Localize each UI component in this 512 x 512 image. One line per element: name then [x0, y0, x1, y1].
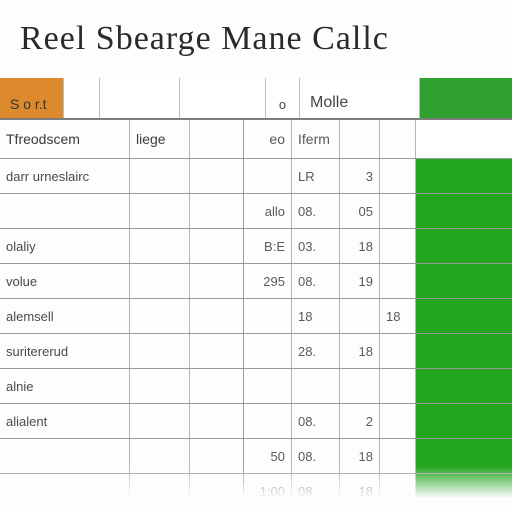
cell-left[interactable]: darr urneslairc [0, 159, 130, 193]
cell-n4[interactable] [380, 334, 416, 368]
cell-left[interactable]: alialent [0, 404, 130, 438]
cell-n3[interactable]: 18 [340, 229, 380, 263]
table-row[interactable]: allo 08. 05 [0, 194, 512, 229]
cell-n1[interactable] [244, 369, 292, 403]
cell-accent [416, 229, 512, 263]
table-row[interactable]: olaliy B:E 03. 18 [0, 229, 512, 264]
table-row[interactable]: volue 295 08. 19 [0, 264, 512, 299]
cell-n3[interactable]: 19 [340, 264, 380, 298]
cell-gap2[interactable] [190, 299, 244, 333]
col-header-accent [416, 120, 512, 158]
cell-n2[interactable]: 03. [292, 229, 340, 263]
cell-left[interactable]: suritererud [0, 334, 130, 368]
cell-gap1[interactable] [130, 159, 190, 193]
table-row[interactable]: alnie [0, 369, 512, 404]
cell-n2[interactable]: 08. [292, 264, 340, 298]
tab-col-o[interactable]: o [266, 78, 300, 118]
table-row[interactable]: suritererud 28. 18 [0, 334, 512, 369]
cell-gap2[interactable] [190, 369, 244, 403]
cell-n1[interactable] [244, 299, 292, 333]
tab-col-a[interactable] [100, 78, 180, 118]
tab-spacer [64, 78, 100, 118]
cell-n4[interactable] [380, 404, 416, 438]
cell-left[interactable] [0, 194, 130, 228]
cell-n4[interactable] [380, 159, 416, 193]
cell-accent [416, 159, 512, 193]
cell-gap1[interactable] [130, 229, 190, 263]
cell-gap1[interactable] [130, 194, 190, 228]
cell-accent [416, 194, 512, 228]
data-grid: Tfreodscem liege eo Iferm darr urneslair… [0, 120, 512, 508]
cell-n4[interactable] [380, 369, 416, 403]
cell-n1[interactable] [244, 334, 292, 368]
col-header-n2-label: Iferm [298, 131, 330, 147]
table-row[interactable]: darr urneslairc LR 3 [0, 159, 512, 194]
cell-gap2[interactable] [190, 229, 244, 263]
cell-n2[interactable]: 08. [292, 404, 340, 438]
cell-n1[interactable]: allo [244, 194, 292, 228]
col-header-left[interactable]: Tfreodscem [0, 120, 130, 158]
tab-accent [420, 78, 512, 118]
cell-gap1[interactable] [130, 264, 190, 298]
table-row[interactable]: alialent 08. 2 [0, 404, 512, 439]
cell-n1[interactable]: B:E [244, 229, 292, 263]
page-title: Reel Sbearge Mane Callc [20, 20, 492, 58]
cell-gap2[interactable] [190, 194, 244, 228]
cell-gap2[interactable] [190, 159, 244, 193]
cell-left[interactable]: alemsell [0, 299, 130, 333]
cell-gap2[interactable] [190, 404, 244, 438]
cell-n2[interactable]: 08. [292, 194, 340, 228]
cell-gap1[interactable] [130, 299, 190, 333]
cell-gap1[interactable] [130, 404, 190, 438]
cell-gap2[interactable] [190, 264, 244, 298]
col-header-n1-label: eo [269, 131, 285, 147]
cell-accent [416, 264, 512, 298]
cell-n4[interactable]: 18 [380, 299, 416, 333]
table-row[interactable]: alemsell 18 18 [0, 299, 512, 334]
header-row: Tfreodscem liege eo Iferm [0, 120, 512, 159]
cell-n2[interactable] [292, 369, 340, 403]
cell-accent [416, 299, 512, 333]
cell-gap1[interactable] [130, 334, 190, 368]
cell-n3[interactable]: 05 [340, 194, 380, 228]
cell-accent [416, 369, 512, 403]
col-header-gap2[interactable] [190, 120, 244, 158]
cell-left[interactable]: olaliy [0, 229, 130, 263]
cell-gap2[interactable] [190, 334, 244, 368]
cell-n2[interactable]: 18 [292, 299, 340, 333]
cell-n3[interactable] [340, 299, 380, 333]
tab-col-b[interactable] [180, 78, 266, 118]
cell-n1[interactable] [244, 159, 292, 193]
cell-n4[interactable] [380, 264, 416, 298]
col-header-gap1-label: liege [136, 131, 166, 147]
cell-n3[interactable]: 2 [340, 404, 380, 438]
bottom-fade [0, 466, 512, 512]
cell-left[interactable]: volue [0, 264, 130, 298]
cell-n2[interactable]: LR [292, 159, 340, 193]
col-header-n4[interactable] [380, 120, 416, 158]
cell-n3[interactable]: 3 [340, 159, 380, 193]
tab-col-mo[interactable]: Molle [300, 78, 420, 118]
cell-n4[interactable] [380, 229, 416, 263]
col-header-left-label: Tfreodscem [6, 131, 80, 147]
cell-n4[interactable] [380, 194, 416, 228]
cell-n1[interactable] [244, 404, 292, 438]
cell-n2[interactable]: 28. [292, 334, 340, 368]
cell-n3[interactable]: 18 [340, 334, 380, 368]
cell-n1[interactable]: 295 [244, 264, 292, 298]
spreadsheet-canvas: Reel Sbearge Mane Callc S o r.t o Molle … [0, 0, 512, 512]
col-header-n2[interactable]: Iferm [292, 120, 340, 158]
col-header-n3[interactable] [340, 120, 380, 158]
tab-sort[interactable]: S o r.t [0, 78, 64, 118]
cell-gap1[interactable] [130, 369, 190, 403]
cell-n3[interactable] [340, 369, 380, 403]
col-header-n1[interactable]: eo [244, 120, 292, 158]
cell-left[interactable]: alnie [0, 369, 130, 403]
col-header-gap1[interactable]: liege [130, 120, 190, 158]
tab-strip: S o r.t o Molle [0, 78, 512, 120]
cell-accent [416, 404, 512, 438]
cell-accent [416, 334, 512, 368]
